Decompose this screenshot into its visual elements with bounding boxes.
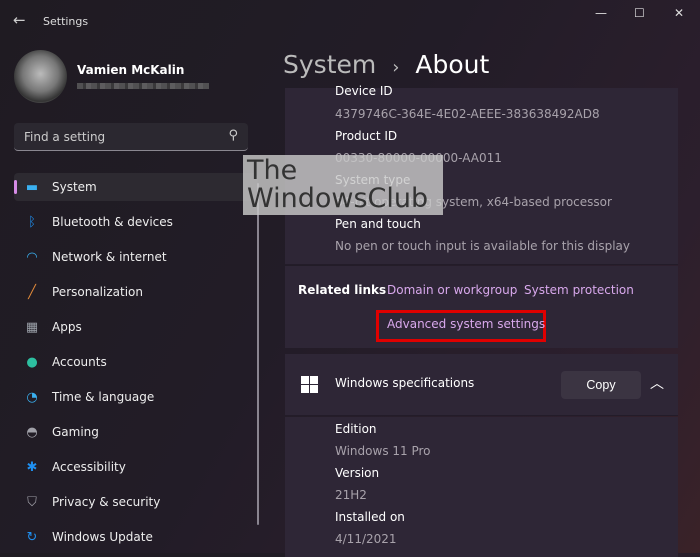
chevron-up-icon[interactable]: ︿ [650, 373, 664, 393]
advanced-system-settings-link[interactable]: Advanced system settings [387, 317, 545, 331]
apps-icon: ▦ [25, 319, 39, 335]
breadcrumb-parent[interactable]: System [283, 50, 376, 79]
related-links-card: Related links Domain or workgroup System… [285, 266, 678, 348]
sidebar-item-label: Windows Update [52, 530, 153, 544]
update-icon: ↻ [26, 529, 38, 545]
windows-specs-title: Windows specifications [335, 376, 475, 390]
sidebar-item-accounts[interactable]: ● Accounts [14, 348, 258, 376]
search-icon[interactable]: ⚲ [228, 128, 238, 143]
sidebar-item-accessibility[interactable]: ✱ Accessibility [14, 453, 258, 481]
sidebar-item-label: Network & internet [52, 250, 167, 264]
spec-key: Device ID [335, 84, 393, 98]
copy-button[interactable]: Copy [561, 371, 641, 399]
sidebar-item-label: Apps [52, 320, 82, 334]
sidebar-item-network-internet[interactable]: ◠ Network & internet [14, 243, 258, 271]
watermark-line2: WindowsClub [247, 183, 429, 214]
spec-key: Edition [335, 422, 377, 436]
system-protection-link[interactable]: System protection [524, 283, 634, 297]
sidebar-item-label: System [52, 180, 97, 194]
sidebar-item-windows-update[interactable]: ↻ Windows Update [14, 523, 258, 551]
bluetooth-icon: ᛒ [28, 214, 36, 230]
windows-specs-body: Edition Windows 11 Pro Version 21H2 Inst… [285, 417, 678, 557]
sidebar-item-label: Accessibility [52, 460, 126, 474]
wifi-icon: ◠ [26, 249, 38, 265]
sidebar-item-gaming[interactable]: ◓ Gaming [14, 418, 258, 446]
sidebar-item-bluetooth-devices[interactable]: ᛒ Bluetooth & devices [14, 208, 258, 236]
watermark-logo: The WindowsClub [243, 155, 443, 215]
user-email-blurred [77, 83, 209, 89]
sidebar-item-label: Gaming [52, 425, 99, 439]
globe-clock-icon: ◔ [26, 389, 38, 405]
sidebar-item-label: Personalization [52, 285, 143, 299]
page-title: System › About [283, 50, 489, 79]
windows-logo-icon [301, 376, 318, 393]
watermark-line1: The [247, 155, 298, 186]
sidebar-scrollbar[interactable] [257, 183, 259, 525]
spec-value: 21H2 [335, 488, 367, 502]
avatar[interactable] [14, 50, 67, 103]
sidebar-item-privacy-security[interactable]: ⛉ Privacy & security [14, 488, 258, 516]
sidebar-item-label: Bluetooth & devices [52, 215, 173, 229]
windows-specifications-header[interactable]: Windows specifications Copy ︿ [285, 354, 678, 416]
close-button[interactable]: ✕ [674, 6, 684, 20]
window-title: Settings [43, 15, 89, 28]
accessibility-icon: ✱ [26, 459, 38, 475]
breadcrumb-separator: › [392, 57, 400, 78]
domain-workgroup-link[interactable]: Domain or workgroup [387, 283, 517, 297]
spec-key: Version [335, 466, 380, 480]
spec-value: Windows 11 Pro [335, 444, 431, 458]
back-button[interactable]: ← [13, 11, 26, 29]
spec-value: No pen or touch input is available for t… [335, 239, 631, 253]
search-placeholder: Find a setting [24, 130, 106, 144]
spec-key: Product ID [335, 129, 398, 143]
spec-value: 4379746C-364E-4E02-AEEE-383638492AD8 [335, 107, 600, 121]
sidebar-item-label: Time & language [52, 390, 155, 404]
sidebar-item-personalization[interactable]: ╱ Personalization [14, 278, 258, 306]
search-input[interactable]: Find a setting ⚲ [14, 123, 248, 151]
related-links-label: Related links [298, 283, 387, 297]
person-icon: ● [26, 354, 38, 370]
breadcrumb-current: About [415, 50, 490, 79]
spec-value: 4/11/2021 [335, 532, 397, 546]
spec-key: Pen and touch [335, 217, 421, 231]
brush-icon: ╱ [28, 284, 36, 300]
sidebar-item-label: Privacy & security [52, 495, 161, 509]
sidebar-item-time-language[interactable]: ◔ Time & language [14, 383, 258, 411]
sidebar-item-label: Accounts [52, 355, 107, 369]
spec-key: Installed on [335, 510, 405, 524]
display-icon: ▬ [25, 179, 39, 195]
gamepad-icon: ◓ [26, 424, 38, 440]
shield-icon: ⛉ [27, 494, 37, 510]
sidebar-item-system[interactable]: ▬ System [14, 173, 258, 201]
minimize-button[interactable]: — [595, 6, 607, 20]
user-name: Vamien McKalin [77, 63, 185, 77]
maximize-button[interactable]: ☐ [634, 6, 645, 20]
sidebar-item-apps[interactable]: ▦ Apps [14, 313, 258, 341]
